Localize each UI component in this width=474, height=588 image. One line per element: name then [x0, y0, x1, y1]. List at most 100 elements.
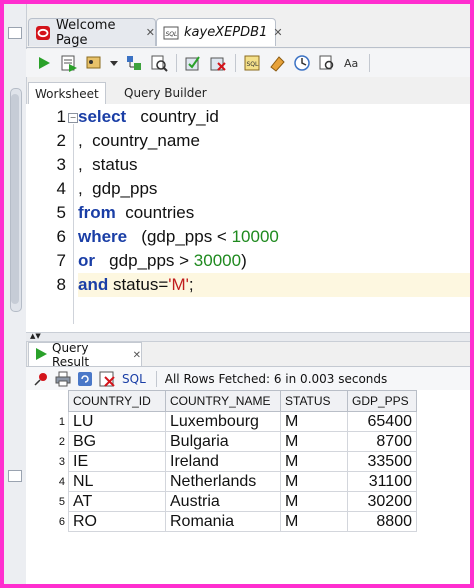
pin-icon[interactable]: [32, 370, 50, 388]
print-icon[interactable]: [54, 370, 72, 388]
refresh-icon[interactable]: [76, 370, 94, 388]
cell-country-id[interactable]: IE: [68, 451, 166, 472]
close-tab-icon[interactable]: ✕: [133, 350, 141, 361]
table-row[interactable]: 5 AT Austria M 30200: [26, 491, 417, 512]
sql-link[interactable]: SQL: [122, 372, 146, 386]
rollback-icon[interactable]: [208, 53, 228, 73]
result-grid: COUNTRY_ID COUNTRY_NAME STATUS GDP_PPS 1…: [26, 390, 470, 584]
code-line: from countries: [78, 203, 195, 222]
collapse-arrows-icon[interactable]: ▲▼: [30, 332, 41, 340]
cell-country-id[interactable]: AT: [68, 491, 166, 512]
tab-query-result[interactable]: Query Result ✕: [28, 341, 142, 369]
cell-country-name[interactable]: Bulgaria: [165, 431, 281, 452]
clear-eraser-icon[interactable]: [267, 53, 287, 73]
close-tab-icon[interactable]: ✕: [146, 26, 155, 39]
cell-status[interactable]: M: [280, 431, 348, 452]
column-header[interactable]: COUNTRY_NAME: [165, 390, 281, 412]
find-replace-icon[interactable]: [317, 53, 337, 73]
row-number: 2: [58, 435, 65, 448]
document-tabs: Welcome Page ✕ SQL kayeXEPDB1 ✕: [26, 18, 470, 48]
row-number: 5: [58, 495, 65, 508]
table-row[interactable]: 1 LU Luxembourg M 65400: [26, 411, 417, 432]
worksheet-toolbar: SQL Aa: [26, 49, 470, 77]
tab-worksheet[interactable]: Worksheet: [28, 82, 106, 106]
column-header[interactable]: COUNTRY_ID: [68, 390, 166, 412]
left-dock-gutter: [4, 4, 27, 584]
worksheet-subtabs: Worksheet Query Builder: [26, 80, 470, 106]
table-row[interactable]: 3 IE Ireland M 33500: [26, 451, 417, 472]
cell-country-name[interactable]: Luxembourg: [165, 411, 281, 432]
cell-gdp-pps[interactable]: 8800: [347, 511, 417, 532]
left-scrollbar-thumb[interactable]: [11, 94, 19, 304]
line-number: 6: [56, 227, 66, 246]
cell-country-name[interactable]: Netherlands: [165, 471, 281, 492]
code-line: select country_id: [78, 107, 219, 126]
table-row[interactable]: 4 NL Netherlands M 31100: [26, 471, 417, 492]
autotrace-icon[interactable]: [84, 53, 104, 73]
to-upper-lower-icon[interactable]: Aa: [342, 53, 362, 73]
header-row: COUNTRY_ID COUNTRY_NAME STATUS GDP_PPS: [26, 390, 417, 412]
minimize-panel-icon[interactable]: [8, 27, 22, 39]
column-header[interactable]: STATUS: [280, 390, 348, 412]
dropdown-arrow-icon[interactable]: [109, 53, 119, 73]
cell-status[interactable]: M: [280, 411, 348, 432]
sql-editor[interactable]: − 1 2 3 4 5 6 7 8 select country_id , co…: [26, 104, 470, 332]
result-toolbar: SQL All Rows Fetched: 6 in 0.003 seconds: [26, 366, 470, 391]
sql-worksheet-icon: SQL: [163, 25, 179, 41]
cell-country-id[interactable]: RO: [68, 511, 166, 532]
explain-plan-icon[interactable]: [124, 53, 144, 73]
tab-welcome-page[interactable]: Welcome Page ✕: [28, 17, 156, 48]
row-number: 1: [58, 415, 65, 428]
tab-label: Welcome Page: [56, 17, 116, 48]
fold-toggle-icon[interactable]: −: [68, 113, 78, 123]
result-tab-label: Query Result: [52, 341, 90, 369]
row-number: 3: [58, 455, 65, 468]
column-header[interactable]: GDP_PPS: [347, 390, 417, 412]
code-line-current: and status='M';: [78, 273, 470, 297]
cell-gdp-pps[interactable]: 65400: [347, 411, 417, 432]
table-row[interactable]: 6 RO Romania M 8800: [26, 511, 417, 532]
tab-query-builder[interactable]: Query Builder: [118, 82, 213, 104]
cell-country-name[interactable]: Ireland: [165, 451, 281, 472]
cell-country-id[interactable]: NL: [68, 471, 166, 492]
code-line: where (gdp_pps < 10000: [78, 227, 279, 246]
line-number: 7: [56, 251, 66, 270]
cell-status[interactable]: M: [280, 491, 348, 512]
line-number: 4: [56, 179, 66, 198]
cell-status[interactable]: M: [280, 471, 348, 492]
code-line: or gdp_pps > 30000): [78, 251, 247, 270]
table-row[interactable]: 2 BG Bulgaria M 8700: [26, 431, 417, 452]
cell-status[interactable]: M: [280, 451, 348, 472]
tab-label: kayeXEPDB1: [184, 25, 268, 40]
row-number: 4: [58, 475, 65, 488]
restore-panel-icon[interactable]: [8, 470, 22, 482]
line-number: 8: [56, 275, 66, 294]
svg-text:SQL: SQL: [247, 61, 260, 68]
cell-gdp-pps[interactable]: 33500: [347, 451, 417, 472]
cell-country-name[interactable]: Romania: [165, 511, 281, 532]
svg-text:Aa: Aa: [344, 57, 358, 70]
close-tab-icon[interactable]: ✕: [273, 26, 282, 39]
run-script-icon[interactable]: [59, 53, 79, 73]
line-number: 2: [56, 131, 66, 150]
cell-gdp-pps[interactable]: 8700: [347, 431, 417, 452]
sql-tuning-icon[interactable]: [149, 53, 169, 73]
run-statement-icon[interactable]: [34, 53, 54, 73]
unshared-sql-icon[interactable]: SQL: [242, 53, 262, 73]
cell-status[interactable]: M: [280, 511, 348, 532]
row-number: 6: [58, 515, 65, 528]
sql-history-icon[interactable]: [292, 53, 312, 73]
cell-gdp-pps[interactable]: 31100: [347, 471, 417, 492]
code-line: , gdp_pps: [78, 179, 158, 198]
fetch-status: All Rows Fetched: 6 in 0.003 seconds: [164, 372, 388, 386]
run-statement-icon: [34, 347, 48, 364]
commit-icon[interactable]: [183, 53, 203, 73]
delete-results-icon[interactable]: [98, 370, 116, 388]
tab-sql-worksheet[interactable]: SQL kayeXEPDB1 ✕: [156, 18, 283, 46]
main-area: Welcome Page ✕ SQL kayeXEPDB1 ✕ SQL Aa W…: [26, 4, 470, 584]
cell-gdp-pps[interactable]: 30200: [347, 491, 417, 512]
cell-country-id[interactable]: BG: [68, 431, 166, 452]
cell-country-name[interactable]: Austria: [165, 491, 281, 512]
cell-country-id[interactable]: LU: [68, 411, 166, 432]
oracle-icon: [35, 25, 51, 41]
